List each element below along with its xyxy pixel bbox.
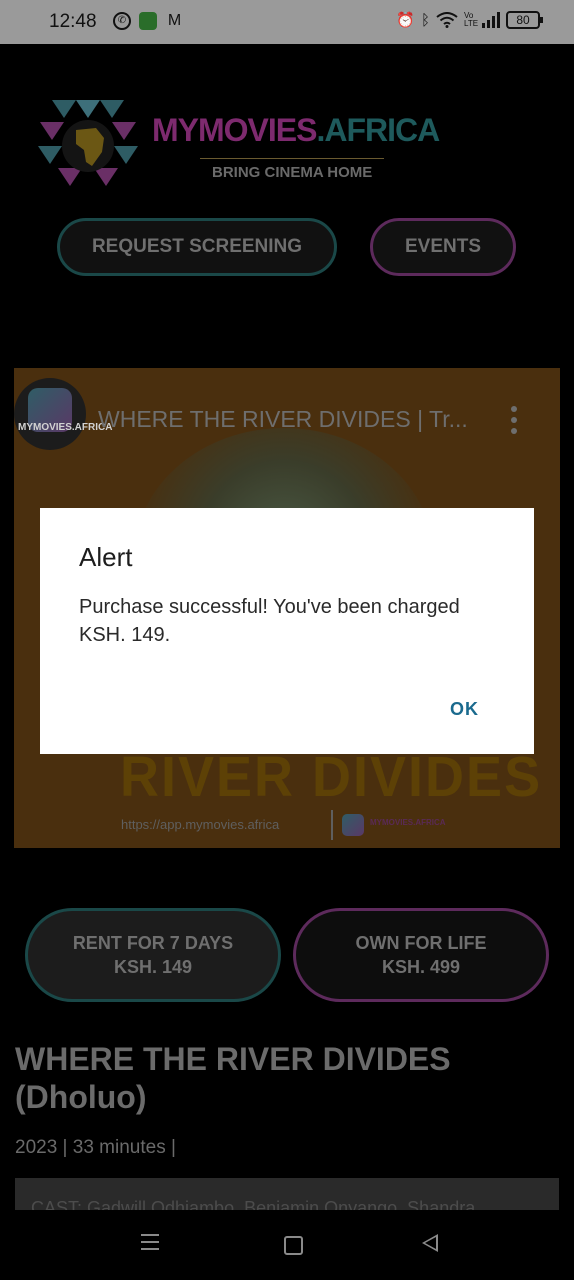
movie-meta: 2023 | 33 minutes |	[15, 1137, 176, 1158]
more-options-icon[interactable]	[511, 406, 519, 434]
whatsapp-icon: ✆	[113, 11, 131, 30]
mini-logo-icon	[342, 814, 364, 836]
own-label: OWN FOR LIFE	[355, 933, 487, 953]
recent-apps-icon[interactable]	[141, 1234, 159, 1250]
notification-icons: ✆ M	[113, 11, 184, 30]
rent-label: RENT FOR 7 DAYS	[72, 933, 234, 953]
battery-icon: 80	[506, 11, 543, 29]
gmail-icon: M	[167, 12, 182, 29]
chat-icon	[139, 11, 157, 30]
bluetooth-icon: ᛒ	[420, 11, 430, 29]
dialog-title: Alert	[79, 542, 133, 572]
status-bar: 12:48 ✆ M ⏰ ᛒ Vo LTE 80	[0, 0, 574, 44]
brand-suffix: .AFRICA	[316, 112, 440, 148]
tagline-divider	[200, 158, 384, 159]
brand-tagline: BRING CINEMA HOME	[212, 164, 373, 181]
own-price: KSH. 499	[381, 957, 461, 977]
home-icon[interactable]	[284, 1236, 303, 1255]
signal-icon	[482, 12, 500, 28]
back-icon[interactable]	[422, 1234, 438, 1252]
brand-name: MYMOVIES.AFRICA	[152, 112, 440, 149]
alarm-icon: ⏰	[396, 12, 415, 29]
own-button[interactable]: OWN FOR LIFE KSH. 499	[293, 908, 549, 1002]
rent-price: KSH. 149	[113, 957, 193, 977]
system-icons: ⏰ ᛒ Vo LTE 80	[396, 11, 543, 29]
cast-box: CAST: Gadwill Odhiambo, Benjamin Onyango…	[15, 1178, 559, 1210]
mini-brand: MYMOVIES.AFRICA	[370, 818, 446, 827]
ok-button[interactable]: OK	[450, 699, 479, 720]
video-overlay-divider	[331, 810, 333, 840]
volte-icon: Vo LTE	[464, 11, 479, 28]
mymovies-logo-icon	[38, 100, 138, 186]
wifi-icon	[436, 12, 458, 28]
alert-dialog: Alert Purchase successful! You've been c…	[40, 508, 534, 754]
dialog-message: Purchase successful! You've been charged…	[79, 596, 460, 646]
brand-main: MYMOVIES	[152, 112, 317, 148]
cast-text: CAST: Gadwill Odhiambo, Benjamin Onyango…	[31, 1198, 476, 1210]
video-overlay-url: https://app.mymovies.africa	[121, 817, 280, 832]
events-button[interactable]: EVENTS	[370, 218, 516, 276]
channel-avatar[interactable]: MYMOVIES.AFRICA	[14, 378, 112, 450]
status-time: 12:48	[49, 11, 97, 32]
request-screening-button[interactable]: REQUEST SCREENING	[57, 218, 337, 276]
rent-button[interactable]: RENT FOR 7 DAYS KSH. 149	[25, 908, 281, 1002]
movie-title: WHERE THE RIVER DIVIDES (Dholuo)	[15, 1041, 451, 1115]
video-title[interactable]: WHERE THE RIVER DIVIDES | Tr...	[98, 406, 468, 433]
system-nav-bar	[0, 1210, 574, 1280]
video-overlay-title: RIVER DIVIDES	[120, 745, 543, 809]
